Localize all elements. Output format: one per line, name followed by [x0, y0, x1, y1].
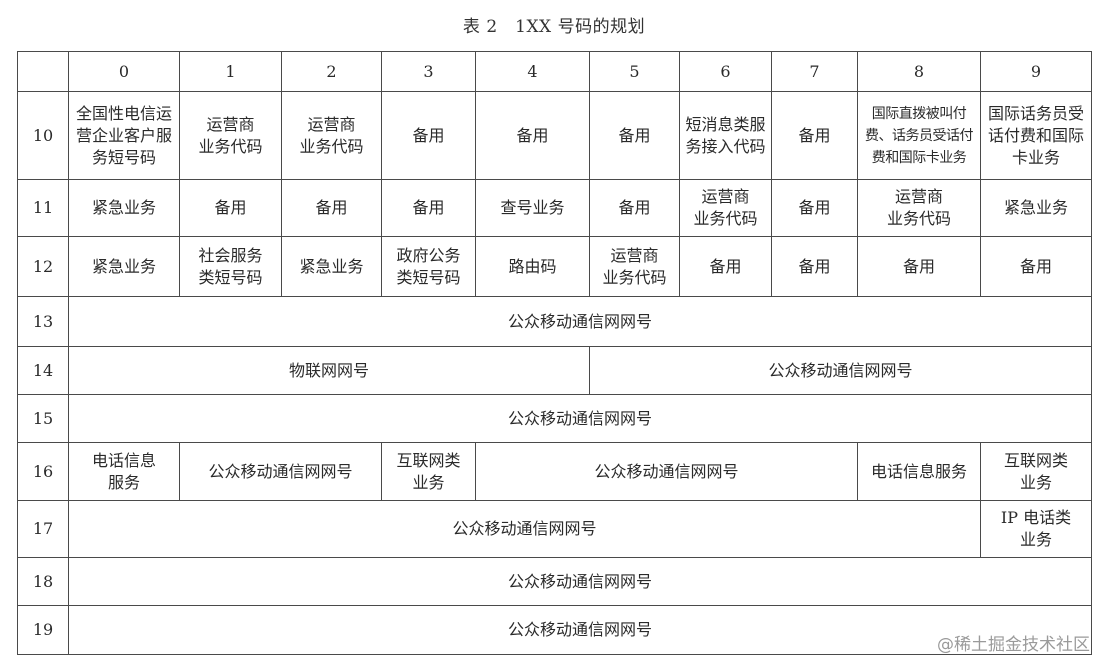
- table-cell: 公众移动通信网网号: [475, 442, 858, 501]
- table-cell: 备用: [179, 179, 282, 237]
- table-cell: 紧急业务: [68, 179, 180, 237]
- table-cell: 国际直拨被叫付费、话务员受话付费和国际卡业务: [857, 91, 981, 180]
- table-cell: 备用: [857, 236, 981, 297]
- table-cell: 备用: [679, 236, 772, 297]
- table-cell: 备用: [381, 91, 476, 180]
- table-cell: 短消息类服务接入代码: [679, 91, 772, 180]
- table-cell: 查号业务: [475, 179, 590, 237]
- table-cell: 紧急业务: [68, 236, 180, 297]
- row-prefix: 15: [17, 394, 69, 443]
- column-header: 3: [381, 51, 476, 92]
- row-prefix: 10: [17, 91, 69, 180]
- header-row: 0123456789: [17, 51, 1092, 92]
- table-row: 14 物联网网号 公众移动通信网网号: [17, 346, 1092, 395]
- table-row: 10 全国性电信运营企业客户服务短号码 运营商 业务代码 运营商 业务代码 备用 备用 备用…: [17, 91, 1092, 180]
- table-row: 12 紧急业务 社会服务 类短号码 紧急业务 政府公务 类短号码 路由码 运营商 业务代码备…: [17, 236, 1092, 297]
- table-cell: 运营商 业务代码: [179, 91, 282, 180]
- column-header: 5: [589, 51, 680, 92]
- column-header: 6: [679, 51, 772, 92]
- table-cell: 社会服务 类短号码: [179, 236, 282, 297]
- table-cell: 国际话务员受话付费和国际卡业务: [980, 91, 1092, 180]
- table-cell: 备用: [980, 236, 1092, 297]
- table-cell: 备用: [281, 179, 382, 237]
- table-row: 18 公众移动通信网网号: [17, 557, 1092, 606]
- watermark: @稀土掘金技术社区: [937, 635, 1090, 655]
- table-row: 15 公众移动通信网网号: [17, 394, 1092, 443]
- table-cell: 紧急业务: [281, 236, 382, 297]
- table-cell: 备用: [589, 91, 680, 180]
- table-cell: 物联网网号: [68, 346, 590, 395]
- row-prefix: 14: [17, 346, 69, 395]
- table-caption: 表 2 1XX 号码的规划: [462, 17, 646, 37]
- column-header: 1: [179, 51, 282, 92]
- table-cell: 公众移动通信网网号: [179, 442, 382, 501]
- table-cell: 公众移动通信网网号: [68, 557, 1092, 606]
- table-cell: 备用: [475, 91, 590, 180]
- table-cell: 互联网类 业务: [381, 442, 476, 501]
- table-body: 10 全国性电信运营企业客户服务短号码 运营商 业务代码 运营商 业务代码 备用 备用 备用…: [17, 91, 1092, 655]
- table-cell: 公众移动通信网网号: [589, 346, 1092, 395]
- table-cell: 备用: [589, 179, 680, 237]
- row-prefix: 17: [17, 500, 69, 558]
- column-header: 0: [68, 51, 180, 92]
- row-prefix: 16: [17, 442, 69, 501]
- table-cell: 公众移动通信网网号: [68, 394, 1092, 443]
- table-row: 16 电话信息 服务 公众移动通信网网号 互联网类 业务 公众移动通信网网号 电话信息服务…: [17, 442, 1092, 501]
- table-cell: 政府公务 类短号码: [381, 236, 476, 297]
- column-header: 7: [771, 51, 858, 92]
- table-cell: 备用: [771, 179, 858, 237]
- table-cell: 运营商 业务代码: [589, 236, 680, 297]
- table-cell: 公众移动通信网网号: [68, 500, 981, 558]
- table-row: 13 公众移动通信网网号: [17, 296, 1092, 347]
- table-cell: 运营商 业务代码: [281, 91, 382, 180]
- table-row: 19 公众移动通信网网号: [17, 605, 1092, 655]
- table-cell: 电话信息 服务: [68, 442, 180, 501]
- row-prefix: 13: [17, 296, 69, 347]
- table-row: 17 公众移动通信网网号 IP 电话类 业务: [17, 500, 1092, 558]
- row-prefix: 11: [17, 179, 69, 237]
- table-cell: 路由码: [475, 236, 590, 297]
- column-header: 4: [475, 51, 590, 92]
- table-cell: 公众移动通信网网号: [68, 296, 1092, 347]
- corner-cell: [17, 51, 69, 92]
- table-cell: 紧急业务: [980, 179, 1092, 237]
- table-cell: 备用: [381, 179, 476, 237]
- table-cell: 备用: [771, 91, 858, 180]
- table-row: 11 紧急业务 备用 备用 备用 查号业务 备用 运营商 业务代码 备用 运营商 业务代码 紧急业务: [17, 179, 1092, 237]
- table-cell: 备用: [771, 236, 858, 297]
- column-header: 2: [281, 51, 382, 92]
- column-header: 8: [857, 51, 981, 92]
- table-cell: 电话信息服务: [857, 442, 981, 501]
- table-cell: 运营商 业务代码: [679, 179, 772, 237]
- row-prefix: 12: [17, 236, 69, 297]
- column-header: 9: [980, 51, 1092, 92]
- row-prefix: 18: [17, 557, 69, 606]
- number-plan-table: 0123456789 10 全国性电信运营企业客户服务短号码 运营商 业务代码 运营商…: [17, 51, 1092, 655]
- table-cell: 运营商 业务代码: [857, 179, 981, 237]
- row-prefix: 19: [17, 605, 69, 655]
- table-cell: IP 电话类 业务: [980, 500, 1092, 558]
- table-cell: 全国性电信运营企业客户服务短号码: [68, 91, 180, 180]
- table-cell: 互联网类 业务: [980, 442, 1092, 501]
